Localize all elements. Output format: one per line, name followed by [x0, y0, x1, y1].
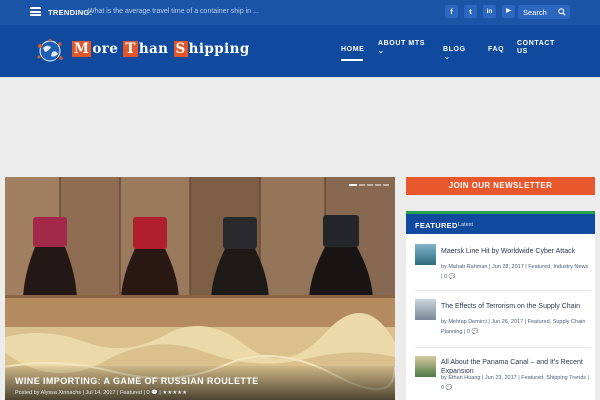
- post-meta: by Mahab Rahman | Jun 28, 2017 | Feature…: [441, 264, 589, 280]
- divider: [415, 347, 591, 348]
- post-title[interactable]: Maersk Line Hit by Worldwide Cyber Attac…: [441, 247, 591, 256]
- logo-word-hipping: hipping: [188, 41, 250, 57]
- divider: [415, 290, 591, 291]
- logo-word-ore: ore: [92, 41, 124, 57]
- chevron-down-icon: ⌄: [444, 54, 451, 61]
- slider-dot[interactable]: [383, 184, 389, 186]
- post-meta: by Ethan Huang | Jun 23, 2017 | Featured…: [441, 375, 589, 391]
- widget-subtitle[interactable]: Latest: [458, 222, 473, 228]
- nav-blog-label: BLOG: [443, 46, 466, 53]
- search-placeholder: Search: [523, 8, 547, 17]
- site-logo-text[interactable]: More Than Shipping: [72, 41, 250, 57]
- slider-post-title[interactable]: WINE IMPORTING: A GAME OF RUSSIAN ROULET…: [15, 376, 259, 386]
- logo-word-han: han: [138, 41, 174, 57]
- search-input[interactable]: Search: [518, 5, 570, 19]
- nav-home[interactable]: HOME: [341, 46, 364, 61]
- post-thumbnail[interactable]: [415, 356, 436, 377]
- search-icon[interactable]: [558, 8, 566, 16]
- slider-dot[interactable]: [367, 184, 373, 186]
- facebook-icon[interactable]: f: [445, 5, 458, 18]
- twitter-icon[interactable]: t: [464, 5, 477, 18]
- widget-title: FEATURED: [415, 221, 458, 230]
- slider-dot[interactable]: [349, 184, 357, 186]
- post-thumbnail[interactable]: [415, 244, 436, 265]
- slider-pagination[interactable]: [349, 184, 389, 186]
- slider-dot[interactable]: [359, 184, 365, 186]
- globe-logo-icon[interactable]: [35, 38, 65, 64]
- post-title[interactable]: The Effects of Terrorism on the Supply C…: [441, 302, 591, 311]
- trending-label: TRENDING:: [48, 8, 93, 17]
- nav-faq[interactable]: FAQ: [488, 46, 504, 54]
- post-meta: by Mehtap Demirci | Jun 26, 2017 | Featu…: [441, 319, 586, 335]
- youtube-icon[interactable]: ▶: [502, 5, 515, 18]
- logo-letter-m: M: [72, 41, 92, 57]
- featured-widget-header: FEATURED Latest: [406, 211, 595, 234]
- linkedin-icon[interactable]: in: [483, 5, 496, 18]
- slider-post-meta: Posted by Alyssa Xinnachs | Jul 14, 2017…: [15, 390, 188, 396]
- chevron-down-icon: ⌄: [378, 48, 385, 55]
- nav-contact-us[interactable]: CONTACT US: [517, 40, 555, 56]
- site-header: More Than Shipping HOME ABOUT MTS ⌄ BLOG…: [0, 25, 600, 77]
- nav-about-label: ABOUT MTS: [378, 40, 426, 47]
- join-newsletter-button[interactable]: JOIN OUR NEWSLETTER: [406, 177, 595, 195]
- post-thumbnail[interactable]: [415, 299, 436, 320]
- trending-link[interactable]: What is the average travel time of a con…: [88, 8, 259, 15]
- slider-dot[interactable]: [375, 184, 381, 186]
- logo-letter-s: S: [173, 41, 188, 57]
- nav-contact-line2: US: [517, 48, 528, 55]
- top-bar: TRENDING: What is the average travel tim…: [0, 0, 600, 25]
- nav-blog[interactable]: BLOG ⌄: [443, 46, 466, 62]
- nav-contact-line1: CONTACT: [517, 40, 555, 47]
- nav-about-mts[interactable]: ABOUT MTS ⌄: [378, 40, 425, 56]
- logo-letter-t: T: [123, 41, 138, 57]
- hamburger-menu-icon[interactable]: [30, 7, 41, 16]
